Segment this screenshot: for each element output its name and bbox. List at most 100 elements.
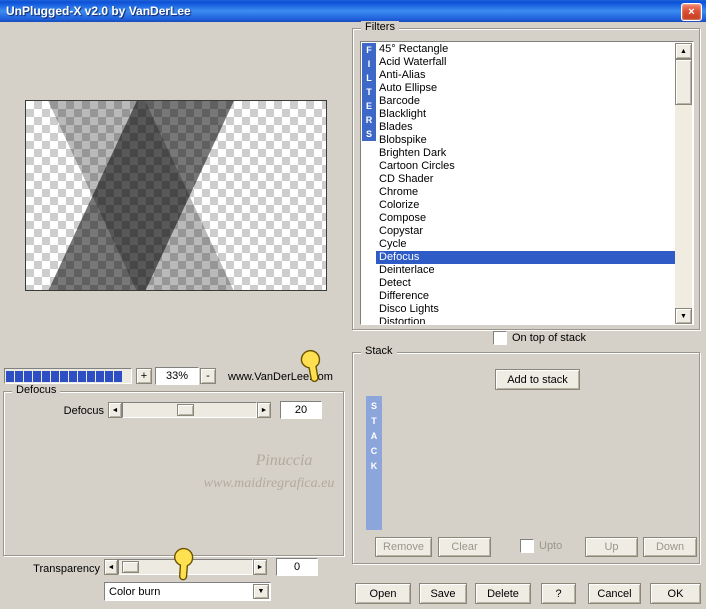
on-top-checkbox[interactable] — [493, 331, 507, 345]
filter-item[interactable]: Cartoon Circles — [376, 160, 675, 173]
zoom-progress-segment — [96, 370, 104, 382]
zoom-progress-segment — [33, 370, 41, 382]
vertical-letter: E — [365, 101, 372, 111]
filter-item[interactable]: Cycle — [376, 238, 675, 251]
vertical-letter: K — [370, 461, 378, 471]
transparency-slider-thumb[interactable] — [122, 561, 139, 573]
save-button[interactable]: Save — [419, 583, 467, 604]
zoom-in-button[interactable]: + — [136, 368, 152, 384]
vertical-letter: F — [366, 45, 372, 55]
filter-item[interactable]: Anti-Alias — [376, 69, 675, 82]
stack-down-button[interactable]: Down — [643, 537, 697, 557]
zoom-progress-segment — [78, 370, 86, 382]
filter-item[interactable]: Deinterlace — [376, 264, 675, 277]
vertical-letter: S — [370, 401, 377, 411]
vertical-letter: T — [371, 416, 377, 426]
stack-up-button[interactable]: Up — [585, 537, 638, 557]
filter-item[interactable]: CD Shader — [376, 173, 675, 186]
filter-item[interactable]: Disco Lights — [376, 303, 675, 316]
filter-item[interactable]: Barcode — [376, 95, 675, 108]
vertical-letter: L — [366, 73, 372, 83]
filter-item[interactable]: Defocus — [376, 251, 675, 264]
ok-button[interactable]: OK — [650, 583, 701, 604]
preview-pane[interactable] — [25, 100, 327, 291]
upto-checkbox[interactable] — [520, 539, 534, 553]
zoom-progress-segment — [114, 370, 122, 382]
defocus-slider-thumb[interactable] — [177, 404, 194, 416]
filter-item[interactable]: Blacklight — [376, 108, 675, 121]
add-to-stack-button[interactable]: Add to stack — [495, 369, 580, 390]
stack-clear-button[interactable]: Clear — [438, 537, 491, 557]
upto-row[interactable]: Upto — [520, 539, 562, 553]
filters-list-items: 45° Rectangle Acid Waterfall Anti-Alias Aut… — [376, 43, 675, 324]
vertical-letter: T — [366, 87, 372, 97]
zoom-progress-segment — [24, 370, 32, 382]
defocus-slider-right-arrow[interactable]: ► — [257, 402, 271, 418]
scroll-up-icon[interactable]: ▲ — [675, 43, 692, 59]
stack-vertical-label: STACK — [366, 396, 382, 530]
scroll-down-icon[interactable]: ▼ — [675, 308, 692, 324]
vertical-letter: R — [365, 115, 373, 125]
vertical-letter: C — [370, 446, 378, 456]
stack-group-label: Stack — [361, 345, 397, 357]
filter-item[interactable]: Colorize — [376, 199, 675, 212]
stack-remove-button[interactable]: Remove — [375, 537, 432, 557]
filters-vertical-label: FILTERS — [362, 43, 376, 141]
filter-item[interactable]: Auto Ellipse — [376, 82, 675, 95]
zoom-progress-segment — [51, 370, 59, 382]
pointing-hand-icon-2 — [169, 544, 198, 589]
vertical-letter: I — [367, 59, 371, 69]
filter-item[interactable]: Distortion — [376, 316, 675, 324]
vertical-letter: A — [370, 431, 378, 441]
defocus-slider-track[interactable] — [122, 402, 257, 418]
stack-group: Stack Add to stack STACK Remove Clear Up… — [352, 345, 700, 564]
zoom-progress-segment — [15, 370, 23, 382]
defocus-slider-left-arrow[interactable]: ◄ — [108, 402, 122, 418]
title-bar[interactable]: UnPlugged-X v2.0 by VanDerLee × — [0, 0, 706, 22]
transparency-value-field[interactable]: 0 — [276, 558, 318, 576]
filters-scrollbar[interactable]: ▲ ▼ — [675, 43, 692, 324]
zoom-progress-segment — [6, 370, 14, 382]
on-top-of-stack-row[interactable]: On top of stack — [493, 331, 586, 345]
filter-item[interactable]: Difference — [376, 290, 675, 303]
filter-item[interactable]: Chrome — [376, 186, 675, 199]
vertical-letter: S — [365, 129, 372, 139]
filters-group-label: Filters — [361, 21, 399, 33]
zoom-progress-segment — [105, 370, 113, 382]
defocus-value-field[interactable]: 20 — [280, 401, 322, 419]
upto-label: Upto — [539, 540, 563, 552]
defocus-param-label: Defocus — [63, 405, 104, 417]
scrollbar-thumb[interactable] — [675, 59, 692, 105]
filter-item[interactable]: 45° Rectangle — [376, 43, 675, 56]
transparency-slider-left-arrow[interactable]: ◄ — [104, 559, 118, 575]
filter-item[interactable]: Brighten Dark — [376, 147, 675, 160]
zoom-out-button[interactable]: - — [200, 368, 216, 384]
filters-list[interactable]: FILTERS 45° Rectangle Acid Waterfall Anti-… — [360, 41, 694, 325]
filter-item[interactable]: Copystar — [376, 225, 675, 238]
defocus-group: Defocus Defocus ◄ ► 20 Pinuccia www.maid… — [3, 384, 344, 556]
filter-item[interactable]: Blobspike — [376, 134, 675, 147]
zoom-progress-segment — [69, 370, 77, 382]
cancel-button[interactable]: Cancel — [588, 583, 641, 604]
filters-group: Filters FILTERS 45° Rectangle Acid Waterf… — [352, 21, 700, 330]
on-top-label: On top of stack — [512, 332, 586, 344]
pointing-hand-icon — [296, 346, 329, 391]
zoom-progress-segment — [42, 370, 50, 382]
zoom-progress-segment — [87, 370, 95, 382]
close-icon[interactable]: × — [681, 3, 702, 21]
watermark-name: Pinuccia — [255, 452, 313, 469]
filter-item[interactable]: Acid Waterfall — [376, 56, 675, 69]
open-button[interactable]: Open — [355, 583, 411, 604]
filter-item[interactable]: Blades — [376, 121, 675, 134]
help-button[interactable]: ? — [541, 583, 576, 604]
delete-button[interactable]: Delete — [475, 583, 531, 604]
watermark-url: www.maidiregrafica.eu — [203, 476, 335, 491]
combo-dropdown-icon[interactable]: ▼ — [253, 584, 269, 599]
filter-item[interactable]: Compose — [376, 212, 675, 225]
zoom-progress-bar — [4, 368, 132, 384]
zoom-progress-segment — [60, 370, 68, 382]
unplugged-x-dialog: UnPlugged-X v2.0 by VanDerLee × + 33% - … — [0, 0, 706, 609]
defocus-group-label: Defocus — [12, 384, 61, 396]
transparency-slider-right-arrow[interactable]: ► — [253, 559, 267, 575]
filter-item[interactable]: Detect — [376, 277, 675, 290]
